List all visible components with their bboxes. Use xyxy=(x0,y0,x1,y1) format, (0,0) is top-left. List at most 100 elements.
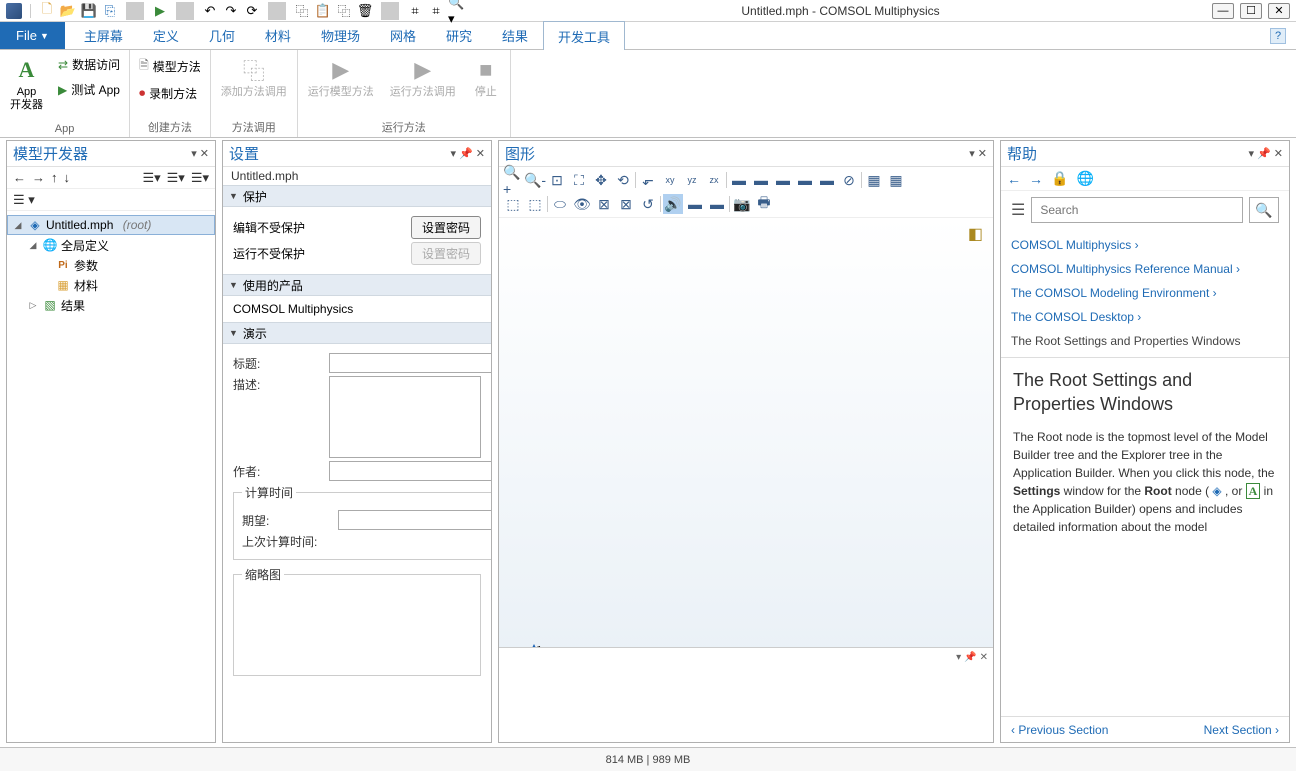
filter-icon[interactable]: ☰▾ xyxy=(191,170,209,186)
view-zx-icon[interactable]: zx xyxy=(704,170,724,190)
select-1-icon[interactable]: ⬚ xyxy=(503,194,523,214)
help-back-icon[interactable]: ← xyxy=(1007,171,1021,187)
undo-icon[interactable]: ↶ xyxy=(201,2,219,20)
snapshot-icon[interactable]: 📷 xyxy=(732,194,752,214)
presentation-section-header[interactable]: ▼演示 xyxy=(223,322,491,344)
run-method-call-button[interactable]: ▶ 运行方法调用 xyxy=(386,54,460,101)
tab-results[interactable]: 结果 xyxy=(487,20,543,49)
tree-results-node[interactable]: ▷ ▧ 结果 xyxy=(7,295,215,315)
tab-definitions[interactable]: 定义 xyxy=(138,20,194,49)
panel-close-icon[interactable]: ✕ xyxy=(476,147,485,160)
duplicate-icon[interactable]: ⿻ xyxy=(335,2,353,20)
pan-icon[interactable]: ✥ xyxy=(591,170,611,190)
title-input[interactable] xyxy=(329,353,491,373)
mini-pin-icon[interactable]: 📌 xyxy=(964,652,976,663)
help-web-icon[interactable]: 🌐 xyxy=(1076,170,1093,187)
crumb-2[interactable]: The COMSOL Modeling Environment › xyxy=(1011,281,1279,305)
protection-section-header[interactable]: ▼保护 xyxy=(223,185,491,207)
nav-fwd-icon[interactable]: → xyxy=(32,170,45,185)
tree-root-node[interactable]: ◢ ◈ Untitled.mph (root) xyxy=(7,215,215,235)
view-yz-icon[interactable]: yz xyxy=(682,170,702,190)
zoom-box-icon[interactable]: ⊡ xyxy=(547,170,567,190)
panel-menu-icon[interactable]: ▾ xyxy=(191,147,197,160)
help-search-input[interactable] xyxy=(1031,197,1243,223)
file-menu[interactable]: File▼ xyxy=(0,22,65,49)
tab-physics[interactable]: 物理场 xyxy=(306,20,375,49)
select-2-icon[interactable]: ⬚ xyxy=(525,194,545,214)
zoom-in-icon[interactable]: 🔍+ xyxy=(503,170,523,190)
tree-view-icon[interactable]: ☰ ▾ xyxy=(13,192,35,208)
prev-section-link[interactable]: ‹ Previous Section xyxy=(1011,723,1108,737)
view-xy-icon[interactable]: xy xyxy=(660,170,680,190)
tree-global-def-node[interactable]: ◢ 🌐 全局定义 xyxy=(7,235,215,255)
next-section-link[interactable]: Next Section › xyxy=(1204,723,1279,737)
crumb-1[interactable]: COMSOL Multiphysics Reference Manual › xyxy=(1011,257,1279,281)
redo-icon[interactable]: ↷ xyxy=(222,2,240,20)
record-method-button[interactable]: ⏺录制方法 xyxy=(136,83,204,104)
reset-icon[interactable]: ↺ xyxy=(638,194,658,214)
save-icon[interactable]: 💾 xyxy=(80,2,98,20)
hide-1-icon[interactable]: ⬭ xyxy=(550,194,570,214)
panel-menu-icon[interactable]: ▾ xyxy=(451,147,457,160)
tab-geometry[interactable]: 几何 xyxy=(194,20,250,49)
tree-params-node[interactable]: Pi 参数 xyxy=(7,255,215,275)
img-1-icon[interactable]: ▬ xyxy=(685,194,705,214)
nav-back-icon[interactable]: ← xyxy=(13,170,26,185)
img-2-icon[interactable]: ▬ xyxy=(707,194,727,214)
author-input[interactable] xyxy=(329,461,491,481)
panel-menu-icon[interactable]: ▾ xyxy=(1249,147,1255,160)
open-icon[interactable]: 📂 xyxy=(59,2,77,20)
rotate-icon[interactable]: ⟲ xyxy=(613,170,633,190)
ribbon-help-button[interactable]: ? xyxy=(1270,28,1286,44)
help-toc-icon[interactable]: ☰ xyxy=(1011,200,1025,220)
help-search-button[interactable]: 🔍 xyxy=(1249,197,1279,223)
collapse-icon[interactable]: ☰▾ xyxy=(167,170,185,186)
render-5-icon[interactable]: ▬ xyxy=(817,170,837,190)
tool2-icon[interactable]: ⌗ xyxy=(427,2,445,20)
help-fwd-icon[interactable]: → xyxy=(1029,171,1043,187)
expand-toggle-icon[interactable]: ▷ xyxy=(27,300,39,311)
tool3-icon[interactable]: 🔍▾ xyxy=(448,2,466,20)
collapse-toggle-icon[interactable]: ◢ xyxy=(12,220,24,231)
tree-materials-node[interactable]: ▦ 材料 xyxy=(7,275,215,295)
hide-4-icon[interactable]: ⊠ xyxy=(616,194,636,214)
stop-button[interactable]: ■ 停止 xyxy=(468,54,504,101)
refresh-icon[interactable]: ⟳ xyxy=(243,2,261,20)
tab-materials[interactable]: 材料 xyxy=(250,20,306,49)
panel-close-icon[interactable]: ✕ xyxy=(978,147,987,160)
close-button[interactable]: ✕ xyxy=(1268,3,1290,19)
description-input[interactable] xyxy=(329,376,481,458)
panel-pin-icon[interactable]: 📌 xyxy=(459,147,473,160)
used-products-section-header[interactable]: ▼使用的产品 xyxy=(223,274,491,296)
save-as-icon[interactable]: ⎘ xyxy=(101,2,119,20)
tab-mesh[interactable]: 网格 xyxy=(375,20,431,49)
scene-2-icon[interactable]: ▦ xyxy=(886,170,906,190)
mini-close-icon[interactable]: ✕ xyxy=(980,652,988,663)
panel-close-icon[interactable]: ✕ xyxy=(200,147,209,160)
crumb-0[interactable]: COMSOL Multiphysics › xyxy=(1011,233,1279,257)
render-2-icon[interactable]: ▬ xyxy=(751,170,771,190)
view-default-icon[interactable]: ⬐ xyxy=(638,170,658,190)
panel-menu-icon[interactable]: ▾ xyxy=(969,147,975,160)
render-3-icon[interactable]: ▬ xyxy=(773,170,793,190)
tab-home[interactable]: 主屏幕 xyxy=(69,20,138,49)
run-icon[interactable]: ▶ xyxy=(151,2,169,20)
app-builder-button[interactable]: A App开发器 xyxy=(6,54,47,114)
render-6-icon[interactable]: ⊘ xyxy=(839,170,859,190)
minimize-button[interactable]: — xyxy=(1212,3,1234,19)
collapse-toggle-icon[interactable]: ◢ xyxy=(27,240,39,251)
panel-pin-icon[interactable]: 📌 xyxy=(1257,147,1271,160)
copy-icon[interactable]: ⿻ xyxy=(293,2,311,20)
tab-developer[interactable]: 开发工具 xyxy=(543,21,625,50)
model-method-button[interactable]: 🗎模型方法 xyxy=(136,54,204,79)
paste-icon[interactable]: 📋 xyxy=(314,2,332,20)
expand-icon[interactable]: ☰▾ xyxy=(142,170,160,186)
data-access-button[interactable]: ⇄数据访问 xyxy=(55,54,123,75)
run-model-method-button[interactable]: ▶ 运行模型方法 xyxy=(304,54,378,101)
tab-study[interactable]: 研究 xyxy=(431,20,487,49)
scene-1-icon[interactable]: ▦ xyxy=(864,170,884,190)
light-icon[interactable]: 🔊 xyxy=(663,194,683,214)
expected-time-input[interactable] xyxy=(338,510,491,530)
add-method-call-button[interactable]: ⿻ 添加方法调用 xyxy=(217,54,291,101)
nav-down-icon[interactable]: ↓ xyxy=(64,170,71,185)
